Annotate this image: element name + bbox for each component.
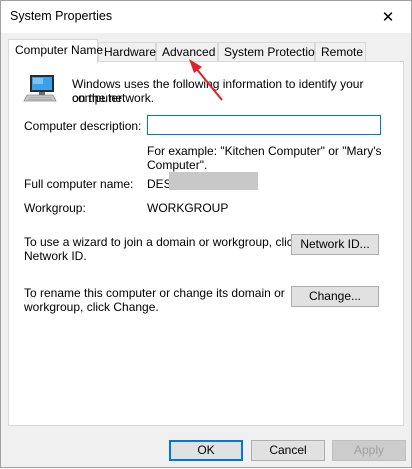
system-properties-window: System Properties ✕ Computer Name Hardwa…: [0, 0, 412, 468]
tab-advanced[interactable]: Advanced: [156, 42, 218, 62]
tab-remote[interactable]: Remote: [315, 42, 366, 62]
workgroup-value: WORKGROUP: [147, 201, 229, 215]
workgroup-label: Workgroup:: [24, 201, 86, 215]
apply-button: Apply: [332, 440, 406, 461]
tab-strip: Computer Name Hardware Advanced System P…: [8, 39, 408, 63]
description-hint-line2: Computer".: [147, 158, 208, 172]
title-bar[interactable]: System Properties ✕: [1, 1, 411, 33]
change-text-line2: workgroup, click Change.: [24, 300, 159, 314]
window-title: System Properties: [10, 9, 113, 23]
change-text-line1: To rename this computer or change its do…: [24, 286, 285, 300]
full-computer-name-label: Full computer name:: [24, 177, 134, 191]
full-computer-name-value: DES: [147, 177, 172, 191]
description-hint-line1: For example: "Kitchen Computer" or "Mary…: [147, 144, 382, 158]
tab-hardware[interactable]: Hardware: [98, 42, 156, 62]
network-id-text-line2: Network ID.: [24, 249, 87, 263]
change-button[interactable]: Change...: [291, 286, 379, 307]
cancel-button[interactable]: Cancel: [251, 440, 325, 461]
network-id-text-line1: To use a wizard to join a domain or work…: [24, 235, 299, 249]
computer-description-label: Computer description:: [24, 119, 142, 133]
ok-button[interactable]: OK: [169, 440, 243, 461]
redacted-block: [169, 172, 258, 190]
close-icon: ✕: [381, 8, 395, 26]
tab-computer-name[interactable]: Computer Name: [8, 39, 103, 63]
computer-description-input[interactable]: [147, 115, 381, 135]
network-id-button[interactable]: Network ID...: [291, 234, 379, 255]
tab-system-protection[interactable]: System Protection: [218, 42, 321, 62]
intro-text-line2: on the network.: [72, 91, 155, 105]
computer-icon: [23, 75, 57, 102]
close-button[interactable]: ✕: [365, 1, 411, 32]
